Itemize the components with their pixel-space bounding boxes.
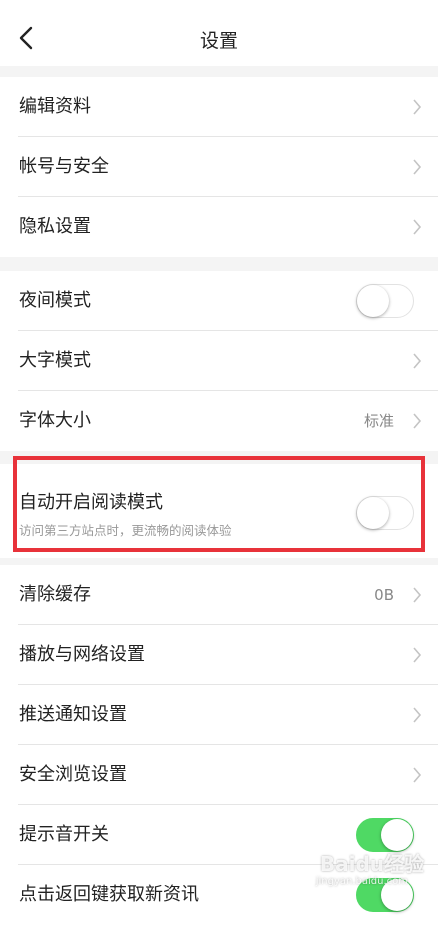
toggle-knob (357, 285, 389, 317)
setting-label: 字体大小 (19, 410, 91, 431)
setting-safe-browsing[interactable]: 安全浏览设置 (0, 745, 438, 805)
status-bar (0, 0, 438, 12)
setting-label: 大字模式 (19, 350, 91, 371)
setting-playback-network[interactable]: 播放与网络设置 (0, 625, 438, 685)
sound-toggle[interactable] (356, 818, 414, 852)
chevron-right-icon (413, 219, 422, 235)
chevron-right-icon (413, 767, 422, 783)
chevron-right-icon (413, 99, 422, 115)
setting-night-mode: 夜间模式 (0, 271, 438, 331)
setting-label: 自动开启阅读模式 (19, 492, 163, 513)
cache-size-value: 0B (374, 586, 394, 604)
chevron-right-icon (413, 707, 422, 723)
chevron-right-icon (413, 587, 422, 603)
toggle-knob (381, 819, 413, 851)
font-size-value: 标准 (363, 412, 394, 430)
setting-label: 提示音开关 (19, 824, 109, 845)
page-title: 设置 (199, 30, 238, 52)
chevron-right-icon (413, 647, 422, 663)
setting-label: 夜间模式 (19, 290, 91, 311)
setting-label: 推送通知设置 (19, 704, 127, 725)
setting-label: 安全浏览设置 (19, 764, 127, 785)
setting-label: 点击返回键获取新资讯 (19, 884, 199, 905)
navigation-bar: 设置 (0, 12, 438, 66)
chevron-right-icon (413, 413, 422, 429)
setting-large-text-mode[interactable]: 大字模式 (0, 331, 438, 391)
setting-clear-cache[interactable]: 清除缓存 0B (0, 565, 438, 625)
setting-privacy[interactable]: 隐私设置 (0, 197, 438, 257)
setting-label: 隐私设置 (19, 216, 91, 237)
setting-label: 帐号与安全 (19, 156, 109, 177)
setting-account-security[interactable]: 帐号与安全 (0, 137, 438, 197)
reading-mode-toggle[interactable] (356, 496, 414, 530)
setting-push-notifications[interactable]: 推送通知设置 (0, 685, 438, 745)
chevron-right-icon (413, 159, 422, 175)
setting-label: 播放与网络设置 (19, 644, 145, 665)
toggle-knob (357, 497, 389, 529)
setting-description: 访问第三方站点时，更流畅的阅读体验 (19, 523, 232, 538)
setting-label: 编辑资料 (19, 96, 91, 117)
setting-label: 清除缓存 (19, 584, 91, 605)
setting-edit-profile[interactable]: 编辑资料 (0, 77, 438, 137)
night-mode-toggle[interactable] (356, 284, 414, 318)
setting-auto-reading-mode: 自动开启阅读模式 访问第三方站点时，更流畅的阅读体验 (0, 464, 438, 558)
watermark-url: jingyan.baidu.com (315, 876, 408, 887)
watermark-brand: Baidu经验 (319, 852, 424, 876)
chevron-right-icon (413, 353, 422, 369)
setting-font-size[interactable]: 字体大小 标准 (0, 391, 438, 451)
